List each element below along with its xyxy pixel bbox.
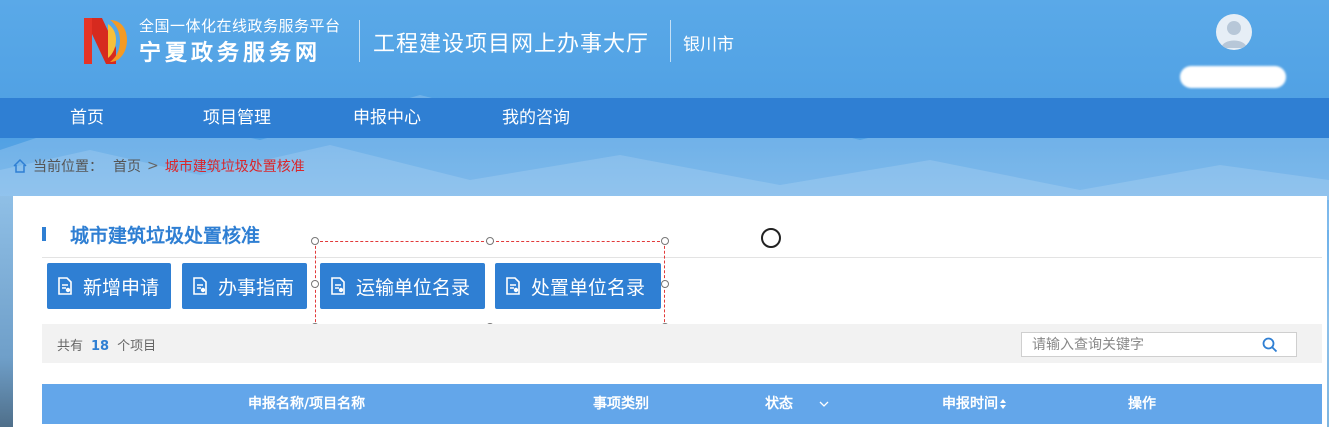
breadcrumb-prefix: 当前位置： xyxy=(33,159,103,175)
breadcrumb-home[interactable]: 首页 xyxy=(113,156,141,176)
site-header: 全国一体化在线政务服务平台 宁夏政务服务网 工程建设项目网上办事大厅 银川市 xyxy=(0,0,1329,98)
user-icon xyxy=(1221,21,1247,48)
title-divider xyxy=(42,257,1322,258)
service-guide-button[interactable]: 办事指南 xyxy=(182,263,307,309)
nav-item-my-consultation[interactable]: 我的咨询 xyxy=(502,98,570,138)
hall-title: 工程建设项目网上办事大厅 xyxy=(373,32,650,57)
city-selector[interactable]: 银川市 xyxy=(683,30,734,55)
document-icon xyxy=(193,277,207,295)
chevron-down-icon[interactable] xyxy=(819,400,829,408)
result-count: 共有 18 个项目 xyxy=(57,335,156,354)
page-title: 城市建筑垃圾处置核准 xyxy=(70,225,261,247)
search-box xyxy=(1021,332,1297,357)
username-redacted[interactable] xyxy=(1180,66,1286,88)
search-input[interactable] xyxy=(1022,333,1252,356)
platform-subtitle: 全国一体化在线政务服务平台 xyxy=(139,17,341,35)
count-suffix: 个项目 xyxy=(117,339,157,354)
column-header-status[interactable]: 状态 xyxy=(765,384,793,424)
platform-name[interactable]: 宁夏政务服务网 xyxy=(139,35,321,67)
column-header-action: 操作 xyxy=(1128,396,1156,412)
column-header-category: 事项类别 xyxy=(593,396,649,412)
service-guide-label: 办事指南 xyxy=(218,276,295,299)
ningxia-logo-icon[interactable] xyxy=(82,14,128,66)
nav-item-home[interactable]: 首页 xyxy=(70,98,104,138)
selection-handle[interactable] xyxy=(486,237,494,245)
count-prefix: 共有 xyxy=(57,339,84,354)
column-header-name: 申报名称/项目名称 xyxy=(248,396,366,412)
selection-handle[interactable] xyxy=(661,237,669,245)
nav-item-application-center[interactable]: 申报中心 xyxy=(353,98,421,138)
document-icon xyxy=(58,277,72,295)
column-header-time[interactable]: 申报时间 xyxy=(942,384,998,424)
sort-icon[interactable] xyxy=(999,398,1007,410)
header-divider xyxy=(670,20,671,62)
result-count-bar: 共有 18 个项目 xyxy=(42,324,1322,363)
selection-handle[interactable] xyxy=(661,280,669,288)
search-icon[interactable] xyxy=(1262,337,1278,353)
new-application-label: 新增申请 xyxy=(83,276,160,299)
main-nav: 首页 项目管理 申报中心 我的咨询 xyxy=(0,98,1329,138)
selection-handle[interactable] xyxy=(311,280,319,288)
header-divider xyxy=(359,20,360,62)
home-icon xyxy=(13,158,27,173)
cursor-indicator xyxy=(761,228,781,248)
breadcrumb: 当前位置： 首页 > 城市建筑垃圾处置核准 xyxy=(12,156,305,176)
count-value: 18 xyxy=(91,339,110,354)
user-avatar[interactable] xyxy=(1216,14,1252,50)
selection-outline xyxy=(315,241,665,327)
left-edge-scenery xyxy=(0,196,13,427)
new-application-button[interactable]: 新增申请 xyxy=(47,263,171,309)
nav-item-project-management[interactable]: 项目管理 xyxy=(203,98,271,138)
breadcrumb-current: 城市建筑垃圾处置核准 xyxy=(164,159,305,175)
table-header: 申报名称/项目名称 事项类别 状态 申报时间 操作 xyxy=(42,384,1322,424)
selection-handle[interactable] xyxy=(311,237,319,245)
breadcrumb-separator: > xyxy=(147,158,159,174)
title-accent-bar xyxy=(42,227,46,241)
main-panel: 城市建筑垃圾处置核准 新增申请 办事指南 运输单位名录 处置单位名录 共有 18… xyxy=(13,196,1327,427)
